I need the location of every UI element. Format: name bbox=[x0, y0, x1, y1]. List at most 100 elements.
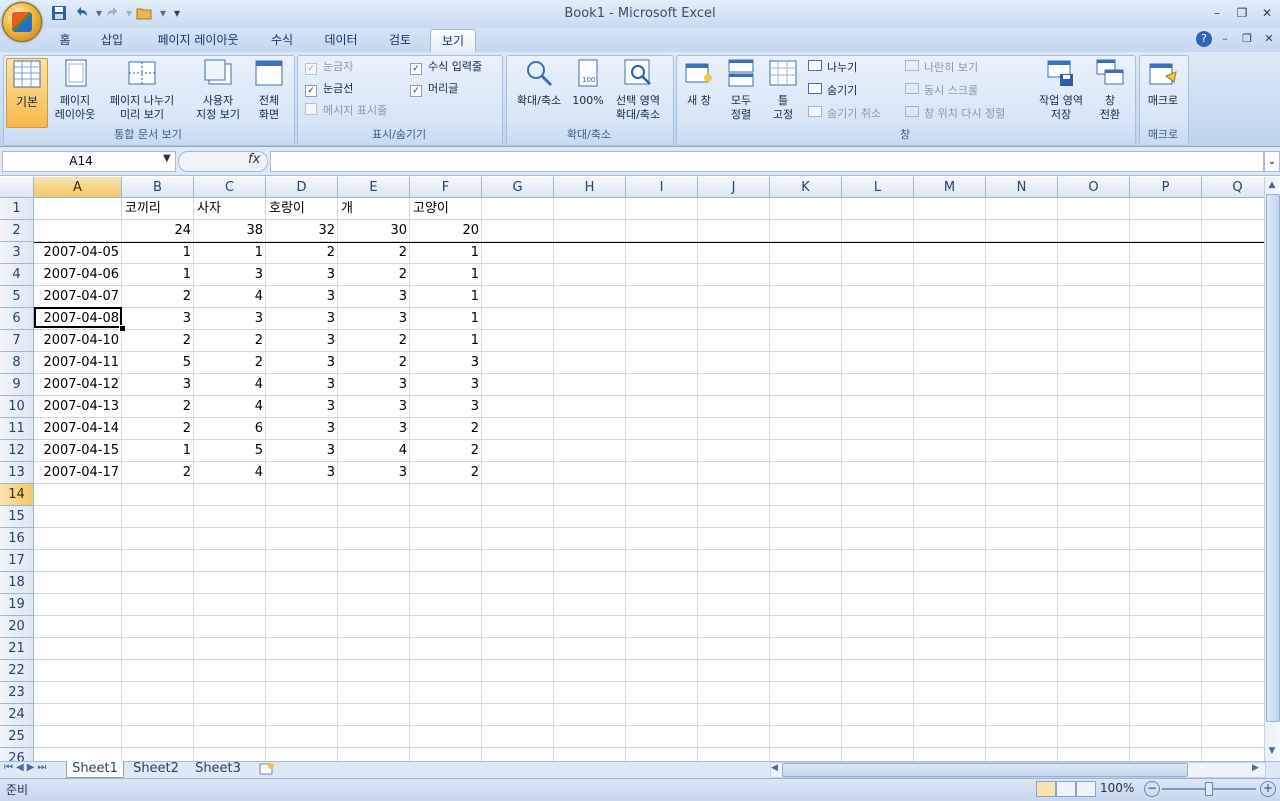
row-header-1[interactable]: 1 bbox=[0, 198, 34, 220]
cell-a8[interactable]: 2007-04-11 bbox=[34, 352, 122, 374]
full-screen-button[interactable]: 전체 화면 bbox=[250, 58, 288, 126]
row-header-23[interactable]: 23 bbox=[0, 682, 34, 704]
cell-b8[interactable]: 5 bbox=[122, 352, 194, 374]
sheet-tab-sheet1[interactable]: Sheet1 bbox=[66, 761, 124, 778]
cell-c8[interactable]: 2 bbox=[194, 352, 266, 374]
cell-c11[interactable]: 6 bbox=[194, 418, 266, 440]
hide-window-button[interactable]: 숨기기 bbox=[808, 82, 857, 100]
zoom-out-icon[interactable]: − bbox=[1144, 781, 1160, 797]
column-header-o[interactable]: O bbox=[1058, 177, 1130, 198]
row-header-19[interactable]: 19 bbox=[0, 594, 34, 616]
row-header-16[interactable]: 16 bbox=[0, 528, 34, 550]
cell-d9[interactable]: 3 bbox=[266, 374, 338, 396]
zoom-to-selection-button[interactable]: 선택 영역 확대/축소 bbox=[608, 58, 668, 126]
cell-f13[interactable]: 2 bbox=[410, 462, 482, 484]
row-header-8[interactable]: 8 bbox=[0, 352, 34, 374]
column-header-g[interactable]: G bbox=[482, 177, 554, 198]
restore-icon[interactable]: ❐ bbox=[1231, 4, 1253, 22]
column-header-a[interactable]: A bbox=[34, 177, 122, 198]
cell-c9[interactable]: 4 bbox=[194, 374, 266, 396]
scroll-left-icon[interactable]: ◀ bbox=[771, 763, 778, 773]
undo-icon[interactable] bbox=[72, 5, 90, 21]
page-layout-status-icon[interactable] bbox=[1056, 781, 1076, 797]
cell-e3[interactable]: 2 bbox=[338, 242, 410, 264]
row-header-12[interactable]: 12 bbox=[0, 440, 34, 462]
reset-window-position-button[interactable]: 창 위치 다시 정렬 bbox=[905, 105, 1005, 123]
cell-d1[interactable]: 호랑이 bbox=[266, 198, 338, 220]
office-button[interactable] bbox=[2, 2, 42, 42]
cell-b9[interactable]: 3 bbox=[122, 374, 194, 396]
worksheet-grid[interactable]: ABCDEFGHIJKLMNOPQ 1 2 3 4 5 6 7 8 9 10 11 12 13 14 15 1… bbox=[0, 177, 1264, 761]
column-header-k[interactable]: K bbox=[770, 177, 842, 198]
tab-formulas[interactable]: 수식 bbox=[262, 29, 302, 51]
row-header-4[interactable]: 4 bbox=[0, 264, 34, 286]
cell-d3[interactable]: 2 bbox=[266, 242, 338, 264]
tab-page-layout[interactable]: 페이지 레이아웃 bbox=[146, 29, 250, 51]
sheet-tab-sheet3[interactable]: Sheet3 bbox=[190, 761, 246, 777]
cell-e7[interactable]: 2 bbox=[338, 330, 410, 352]
cell-c5[interactable]: 4 bbox=[194, 286, 266, 308]
row-header-25[interactable]: 25 bbox=[0, 726, 34, 748]
column-header-d[interactable]: D bbox=[266, 177, 338, 198]
cell-e10[interactable]: 3 bbox=[338, 396, 410, 418]
cell-f7[interactable]: 1 bbox=[410, 330, 482, 352]
column-header-e[interactable]: E bbox=[338, 177, 410, 198]
zoom-in-icon[interactable]: + bbox=[1260, 781, 1276, 797]
active-cell-a14[interactable] bbox=[34, 307, 122, 328]
column-header-p[interactable]: P bbox=[1130, 177, 1202, 198]
cell-d12[interactable]: 3 bbox=[266, 440, 338, 462]
name-box[interactable]: A14 ▼ bbox=[2, 151, 176, 172]
row-header-7[interactable]: 7 bbox=[0, 330, 34, 352]
cell-d4[interactable]: 3 bbox=[266, 264, 338, 286]
arrange-all-button[interactable]: 모두 정렬 bbox=[722, 58, 760, 126]
column-header-i[interactable]: I bbox=[626, 177, 698, 198]
cell-d2[interactable]: 32 bbox=[266, 220, 338, 242]
cell-e1[interactable]: 개 bbox=[338, 198, 410, 220]
cell-c4[interactable]: 3 bbox=[194, 264, 266, 286]
row-header-2[interactable]: 2 bbox=[0, 220, 34, 242]
scroll-up-icon[interactable]: ▲ bbox=[1266, 180, 1278, 192]
cell-c1[interactable]: 사자 bbox=[194, 198, 266, 220]
view-side-by-side-button[interactable]: 나란히 보기 bbox=[905, 59, 978, 77]
cell-e12[interactable]: 4 bbox=[338, 440, 410, 462]
cell-a4[interactable]: 2007-04-06 bbox=[34, 264, 122, 286]
cell-b4[interactable]: 1 bbox=[122, 264, 194, 286]
customize-icon[interactable]: ▾ bbox=[168, 5, 186, 21]
close-icon[interactable]: ✕ bbox=[1256, 4, 1278, 22]
cell-b7[interactable]: 2 bbox=[122, 330, 194, 352]
row-header-15[interactable]: 15 bbox=[0, 506, 34, 528]
zoom-slider-thumb[interactable] bbox=[1205, 782, 1213, 796]
horizontal-scroll-thumb[interactable] bbox=[782, 763, 1188, 777]
cell-a13[interactable]: 2007-04-17 bbox=[34, 462, 122, 484]
column-header-l[interactable]: L bbox=[842, 177, 914, 198]
cell-b10[interactable]: 2 bbox=[122, 396, 194, 418]
cell-b2[interactable]: 24 bbox=[122, 220, 194, 242]
page-break-preview-button[interactable]: 페이지 나누기 미리 보기 bbox=[102, 58, 182, 126]
cell-c13[interactable]: 4 bbox=[194, 462, 266, 484]
column-header-q[interactable]: Q bbox=[1202, 177, 1264, 198]
sheet-tab-sheet2[interactable]: Sheet2 bbox=[128, 761, 184, 777]
cell-e6[interactable]: 3 bbox=[338, 308, 410, 330]
ruler-checkbox[interactable]: ✓ 눈금자 bbox=[305, 58, 353, 76]
row-header-5[interactable]: 5 bbox=[0, 286, 34, 308]
cell-c2[interactable]: 38 bbox=[194, 220, 266, 242]
scroll-right-icon[interactable]: ▶ bbox=[1252, 763, 1259, 773]
cell-f2[interactable]: 20 bbox=[410, 220, 482, 242]
tab-home[interactable]: 홈 bbox=[50, 29, 80, 51]
cell-f10[interactable]: 3 bbox=[410, 396, 482, 418]
zoom-level[interactable]: 100% bbox=[1100, 781, 1134, 795]
cell-f6[interactable]: 1 bbox=[410, 308, 482, 330]
column-header-n[interactable]: N bbox=[986, 177, 1058, 198]
cell-b3[interactable]: 1 bbox=[122, 242, 194, 264]
row-header-26[interactable]: 26 bbox=[0, 748, 34, 761]
page-layout-view-button[interactable]: 페이지 레이아웃 bbox=[48, 58, 102, 126]
cell-a12[interactable]: 2007-04-15 bbox=[34, 440, 122, 462]
cell-a3[interactable]: 2007-04-05 bbox=[34, 242, 122, 264]
switch-windows-button[interactable]: 창 전환 bbox=[1090, 58, 1130, 126]
synchronous-scrolling-button[interactable]: 동시 스크롤 bbox=[905, 82, 978, 100]
cell-c3[interactable]: 1 bbox=[194, 242, 266, 264]
save-workspace-button[interactable]: 작업 영역 저장 bbox=[1032, 58, 1090, 126]
zoom-button[interactable]: 확대/축소 bbox=[510, 58, 568, 126]
cell-f3[interactable]: 1 bbox=[410, 242, 482, 264]
cell-c6[interactable]: 3 bbox=[194, 308, 266, 330]
